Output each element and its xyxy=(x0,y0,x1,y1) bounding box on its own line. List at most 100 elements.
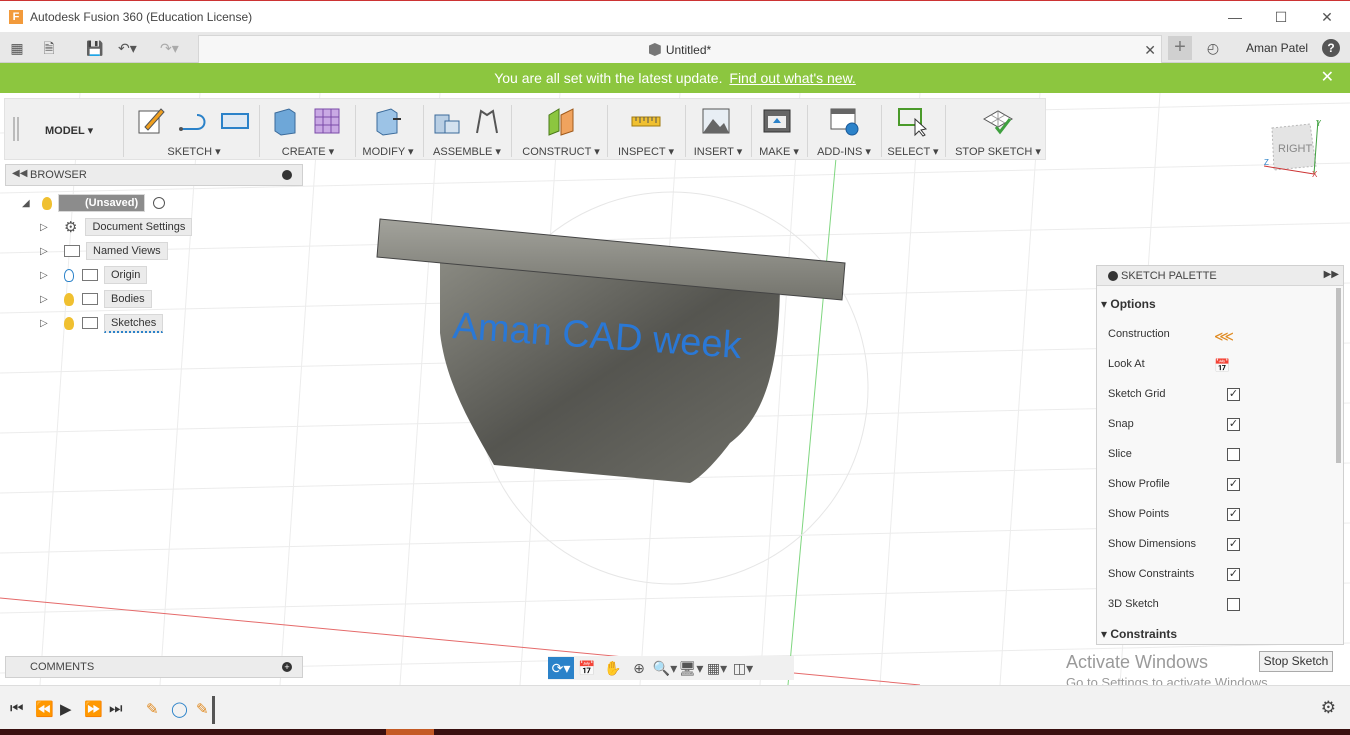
hidden-bulb-icon[interactable] xyxy=(64,268,74,282)
modify-group[interactable]: MODIFY ▾ xyxy=(359,99,417,161)
step-back-icon[interactable]: ⏪ xyxy=(35,700,54,718)
user-account[interactable]: Aman Patel xyxy=(1246,41,1308,55)
snap-checkbox[interactable]: ✓ xyxy=(1227,418,1240,431)
help-icon[interactable]: ? xyxy=(1322,39,1340,57)
minimize-button[interactable]: — xyxy=(1212,1,1258,33)
insert-menu-label[interactable]: INSERT xyxy=(694,146,734,158)
create-menu-label[interactable]: CREATE xyxy=(282,146,326,158)
make-group[interactable]: MAKE ▾ xyxy=(755,99,803,161)
document-tab[interactable]: Untitled* ✕ xyxy=(198,35,1162,63)
view-cube[interactable]: RIGHT Y X Z xyxy=(1264,118,1322,178)
scripts-addins-icon[interactable] xyxy=(828,105,860,137)
tree-item-named-views[interactable]: ▷ Named Views xyxy=(40,241,168,261)
select-group[interactable]: SELECT ▾ xyxy=(885,99,941,161)
press-pull-icon[interactable] xyxy=(371,105,403,137)
timeline-settings-gear-icon[interactable]: ⚙ xyxy=(1321,698,1336,718)
show-constraints-checkbox[interactable]: ✓ xyxy=(1227,568,1240,581)
show-points-checkbox[interactable]: ✓ xyxy=(1227,508,1240,521)
activate-radio-icon[interactable] xyxy=(153,197,166,209)
stop-sketch-group[interactable]: STOP SKETCH ▾ xyxy=(951,99,1045,161)
play-icon[interactable]: ▶ xyxy=(60,700,72,718)
look-at-icon[interactable]: 📅 xyxy=(1214,358,1230,374)
constraints-section-header[interactable]: ▾ Constraints xyxy=(1101,627,1177,641)
display-settings-icon[interactable]: 🖥▾ xyxy=(678,657,704,679)
assemble-group[interactable]: ASSEMBLE ▾ xyxy=(427,99,507,161)
rectangle-tool-icon[interactable] xyxy=(219,105,251,137)
close-notification-icon[interactable]: ✕ xyxy=(1321,63,1334,93)
option-sketch-grid[interactable]: Sketch Grid ✓ xyxy=(1108,388,1268,404)
go-to-end-icon[interactable]: ⏭ xyxy=(109,700,123,717)
pan-hand-icon[interactable]: ✋ xyxy=(600,657,626,679)
option-3d-sketch[interactable]: 3D Sketch xyxy=(1108,598,1268,614)
assemble-menu-label[interactable]: ASSEMBLE xyxy=(433,146,492,158)
visibility-bulb-icon[interactable] xyxy=(64,292,74,306)
form-icon[interactable] xyxy=(311,105,343,137)
undo-icon[interactable]: ↶▾ xyxy=(118,39,137,57)
go-to-start-icon[interactable]: ⏮ xyxy=(10,700,24,717)
select-menu-label[interactable]: SELECT xyxy=(887,146,930,158)
line-tool-icon[interactable] xyxy=(177,105,209,137)
close-tab-icon[interactable]: ✕ xyxy=(1144,42,1156,59)
add-comment-icon[interactable]: + xyxy=(282,662,292,672)
viewports-icon[interactable]: ◫▾ xyxy=(730,657,756,679)
bowl-body[interactable] xyxy=(440,258,780,483)
minimize-palette-icon[interactable] xyxy=(1108,271,1118,281)
option-show-constraints[interactable]: Show Constraints ✓ xyxy=(1108,568,1268,584)
stop-sketch-menu-label[interactable]: STOP SKETCH xyxy=(955,146,1032,158)
option-show-dimensions[interactable]: Show Dimensions ✓ xyxy=(1108,538,1268,554)
sketch-group[interactable]: SKETCH ▾ xyxy=(133,99,255,161)
close-window-button[interactable]: ✕ xyxy=(1304,1,1350,33)
option-show-profile[interactable]: Show Profile ✓ xyxy=(1108,478,1268,494)
option-look-at[interactable]: Look At 📅 xyxy=(1108,358,1268,374)
maximize-button[interactable]: ☐ xyxy=(1258,1,1304,33)
option-slice[interactable]: Slice xyxy=(1108,448,1268,464)
tree-item-bodies[interactable]: ▷ Bodies xyxy=(40,289,152,309)
tree-item-document-settings[interactable]: ▷ ⚙ Document Settings xyxy=(40,217,193,237)
expand-arrow-icon[interactable]: ◢ xyxy=(22,198,34,209)
timeline-revolve-feature-icon[interactable]: ◯ xyxy=(171,700,188,718)
look-at-icon[interactable]: 📅 xyxy=(574,657,600,679)
inspect-group[interactable]: INSPECT ▾ xyxy=(611,99,681,161)
minimize-browser-icon[interactable] xyxy=(282,170,292,180)
construct-menu-label[interactable]: CONSTRUCT xyxy=(522,146,591,158)
browser-root-node[interactable]: ◢ (Unsaved) xyxy=(22,193,166,213)
save-icon[interactable]: 💾 xyxy=(86,39,104,57)
job-status-clock-icon[interactable]: ◴ xyxy=(1204,39,1222,57)
timeline-marker[interactable] xyxy=(212,696,215,724)
tree-item-sketches[interactable]: ▷ Sketches xyxy=(40,313,164,333)
tree-item-origin[interactable]: ▷ Origin xyxy=(40,265,148,285)
collapse-browser-icon[interactable]: ◀◀ xyxy=(12,168,27,179)
3d-print-icon[interactable] xyxy=(761,105,793,137)
expand-arrow-icon[interactable]: ▷ xyxy=(40,318,52,329)
measure-icon[interactable] xyxy=(630,105,662,137)
palette-scrollbar[interactable] xyxy=(1336,288,1341,463)
file-menu-icon[interactable]: 🗎▾ xyxy=(40,39,58,74)
sketch-grid-checkbox[interactable]: ✓ xyxy=(1227,388,1240,401)
joint-icon[interactable] xyxy=(471,105,503,137)
timeline-sketch-feature-icon[interactable]: ✎ xyxy=(196,700,209,718)
extrude-icon[interactable] xyxy=(269,105,301,137)
construction-icon[interactable]: ⋘ xyxy=(1214,328,1234,345)
timeline-sketch-feature-icon[interactable]: ✎ xyxy=(146,700,159,718)
addins-menu-label[interactable]: ADD-INS xyxy=(817,146,862,158)
workspace-switcher[interactable]: MODEL ▾ xyxy=(45,124,93,137)
grid-settings-icon[interactable]: ▦▾ xyxy=(704,657,730,679)
visibility-bulb-icon[interactable] xyxy=(64,316,74,330)
show-dimensions-checkbox[interactable]: ✓ xyxy=(1227,538,1240,551)
slice-checkbox[interactable] xyxy=(1227,448,1240,461)
fit-zoom-icon[interactable]: 🔍▾ xyxy=(652,657,678,679)
expand-arrow-icon[interactable]: ▷ xyxy=(40,246,52,257)
3d-sketch-checkbox[interactable] xyxy=(1227,598,1240,611)
sketch-menu-label[interactable]: SKETCH xyxy=(167,146,212,158)
orbit-icon[interactable]: ⟳▾ xyxy=(548,657,574,679)
new-tab-button[interactable]: + xyxy=(1168,36,1192,60)
make-menu-label[interactable]: MAKE xyxy=(759,146,790,158)
expand-arrow-icon[interactable]: ▷ xyxy=(40,294,52,305)
select-icon[interactable] xyxy=(897,105,929,137)
visibility-bulb-icon[interactable] xyxy=(42,196,52,210)
option-construction[interactable]: Construction ⋘ xyxy=(1108,328,1268,344)
whats-new-link[interactable]: Find out what's new. xyxy=(729,70,855,86)
inspect-menu-label[interactable]: INSPECT xyxy=(618,146,665,158)
expand-palette-icon[interactable]: ▶▶ xyxy=(1324,269,1339,280)
finish-sketch-icon[interactable] xyxy=(982,105,1014,137)
